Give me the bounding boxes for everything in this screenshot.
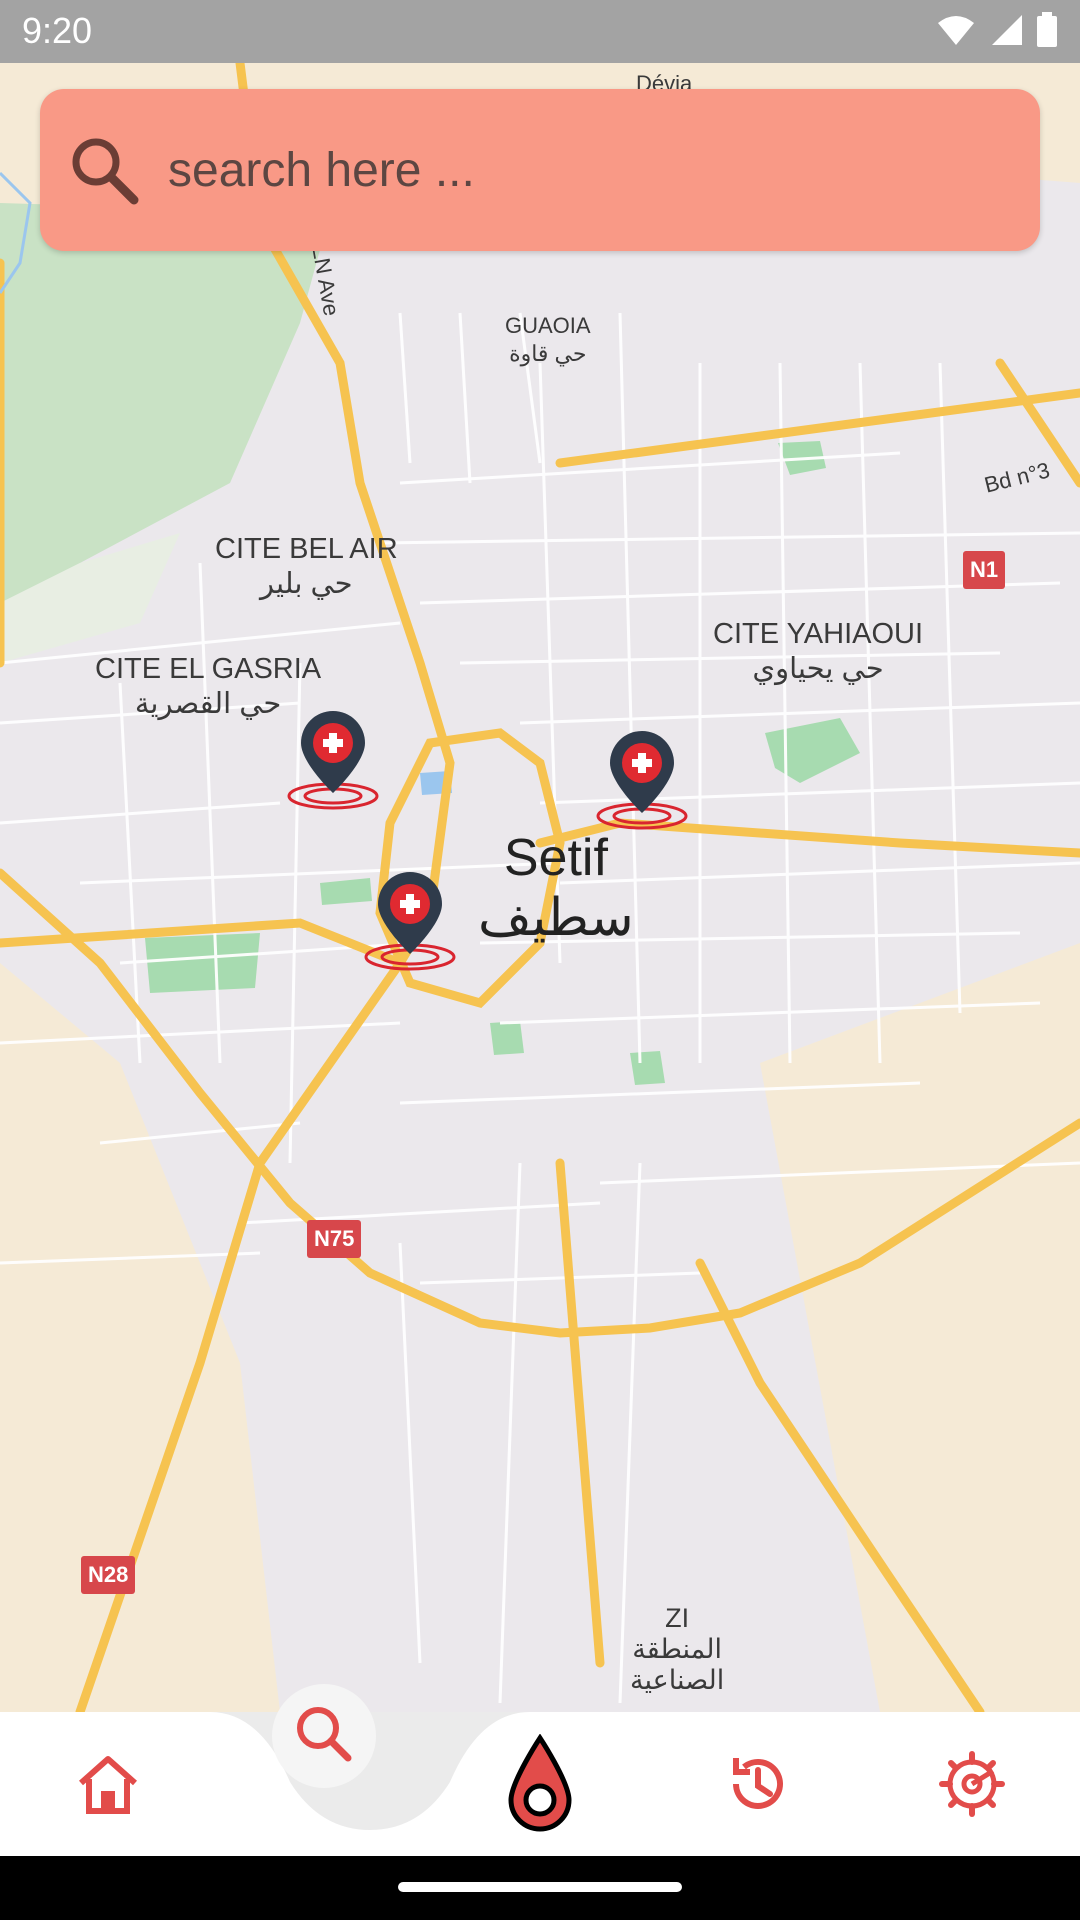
nav-blood-drop[interactable] [470, 1712, 610, 1856]
road-shield: N1 [963, 551, 1006, 589]
nav-home[interactable] [38, 1712, 178, 1856]
battery-icon [1037, 12, 1057, 47]
home-indicator[interactable] [398, 1882, 682, 1892]
district-name: CITE BEL AIR [215, 533, 398, 565]
district-name-ar: حي قاوة [509, 341, 587, 366]
history-icon [733, 1758, 783, 1809]
status-time: 9:20 [22, 10, 93, 51]
map-view[interactable]: GUAOIA حي قاوة CITE BEL AIR حي بلير CITE… [0, 63, 1080, 1712]
district-name-ar: حي بلير [260, 568, 353, 600]
status-icons [936, 12, 1058, 48]
road-shield: N75 [307, 1220, 362, 1258]
status-bar: 9:20 [0, 0, 1080, 63]
district-name: CITE EL GASRIA [95, 653, 322, 685]
city-label: Setif سطيف [478, 828, 634, 948]
nav-settings[interactable] [902, 1712, 1042, 1856]
wifi-icon [938, 16, 974, 45]
district-label: CITE BEL AIR حي بلير [215, 533, 398, 601]
search-icon [72, 138, 139, 205]
search-input[interactable] [166, 141, 970, 199]
blood-donation-marker[interactable] [283, 708, 383, 818]
home-icon [79, 1756, 137, 1814]
district-name-ar: المنطقة [632, 1634, 723, 1664]
google-attribution: Google [70, 1703, 223, 1712]
blood-donation-marker[interactable] [592, 728, 692, 838]
district-name: CITE YAHIAOUI [713, 618, 924, 650]
road-shield: N28 [81, 1556, 136, 1594]
gesture-bar [0, 1856, 1080, 1920]
city-name-ar: سطيف [478, 889, 634, 947]
district-name: GUAOIA [505, 313, 591, 338]
settings-icon [939, 1751, 1005, 1817]
district-label: ZI المنطقة الصناعية [630, 1603, 724, 1696]
search-icon [297, 1707, 352, 1762]
district-label: CITE YAHIAOUI حي يحياوي [713, 618, 923, 686]
district-name-ar: الصناعية [630, 1665, 725, 1695]
nav-history[interactable] [688, 1712, 828, 1856]
blood-donation-marker[interactable] [360, 869, 460, 979]
district-label: GUAOIA حي قاوة [505, 308, 591, 367]
signal-icon [992, 15, 1022, 45]
district-name: ZI [665, 1603, 690, 1633]
district-name-ar: حي يحياوي [752, 653, 884, 685]
bottom-nav [0, 1684, 1080, 1856]
search-bar[interactable] [40, 89, 1040, 251]
blood-drop-icon [508, 1734, 572, 1832]
nav-search-active[interactable] [272, 1684, 376, 1788]
